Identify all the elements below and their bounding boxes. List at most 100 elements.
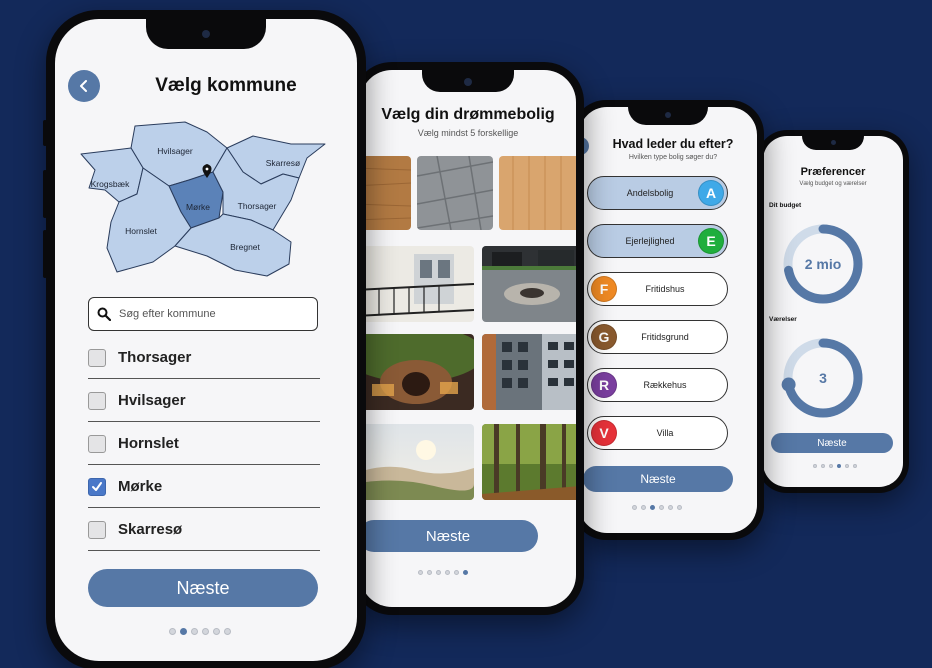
- option-andelsbolig[interactable]: Andelsbolig A: [587, 176, 728, 210]
- image-tile-light-wood[interactable]: [499, 156, 576, 230]
- notch: [802, 136, 864, 150]
- progress-dot: [427, 570, 432, 575]
- rooms-value: 3: [819, 370, 827, 386]
- checkbox[interactable]: [88, 477, 106, 496]
- progress-dot: [436, 570, 441, 575]
- progress-dot: [837, 464, 841, 468]
- next-button[interactable]: Næste: [360, 520, 538, 552]
- page-subtitle: Vælg budget og værelser: [799, 181, 867, 187]
- option-label: Villa: [656, 428, 674, 438]
- phone-dream-home: Vælg din drømmebolig Vælg mindst 5 forsk…: [352, 62, 584, 615]
- option-ejerlejlighed[interactable]: Ejerlejlighed E: [587, 224, 728, 258]
- dream-home-screen: Vælg din drømmebolig Vælg mindst 5 forsk…: [360, 70, 576, 607]
- phone-choose-municipality: Vælg kommune Hvilsager Skarresø Krogsbæk…: [43, 10, 366, 668]
- image-tile-forest[interactable]: [482, 424, 576, 500]
- map-label: Mørke: [186, 202, 210, 212]
- chevron-left-icon: [80, 80, 87, 92]
- map-label: Hvilsager: [157, 146, 193, 156]
- option-label: Ejerlejlighed: [625, 236, 675, 246]
- phone-side-button: [43, 230, 47, 278]
- next-button[interactable]: Næste: [583, 466, 733, 492]
- list-item-label: Thorsager: [118, 349, 192, 366]
- map-label: Skarresø: [266, 158, 300, 168]
- phone-side-button: [43, 170, 47, 218]
- search-icon: [97, 307, 111, 321]
- image-tile-sand-dunes[interactable]: [360, 424, 474, 500]
- map-label: Thorsager: [238, 201, 277, 211]
- list-item[interactable]: Skarresø: [88, 509, 320, 551]
- option-fritidshus[interactable]: F Fritidshus: [587, 272, 728, 306]
- map-label: Hornslet: [125, 226, 157, 236]
- progress-dot: [169, 628, 176, 635]
- rooms-dial-handle[interactable]: [781, 377, 796, 392]
- letter-badge: V: [591, 420, 617, 446]
- progress-dot: [668, 505, 673, 510]
- progress-dot: [829, 464, 833, 468]
- image-tile-earth-house[interactable]: [360, 334, 474, 410]
- progress-dot: [845, 464, 849, 468]
- letter-badge: F: [591, 276, 617, 302]
- list-item-label: Hvilsager: [118, 392, 186, 409]
- letter-badge: E: [698, 228, 724, 254]
- preferences-screen: Præferencer Vælg budget og værelser Dit …: [763, 136, 903, 487]
- notch: [146, 19, 266, 49]
- list-item[interactable]: Thorsager: [88, 337, 320, 379]
- progress-dots: [813, 464, 857, 468]
- option-label: Rækkehus: [643, 380, 687, 390]
- list-item[interactable]: Mørke: [88, 466, 320, 508]
- option-villa[interactable]: V Villa: [587, 416, 728, 450]
- option-rækkehus[interactable]: R Rækkehus: [587, 368, 728, 402]
- page-title: Vælg din drømmebolig: [381, 106, 555, 123]
- checkbox[interactable]: [88, 391, 106, 410]
- municipality-map[interactable]: Hvilsager Skarresø Krogsbæk Mørke Thorsa…: [77, 114, 329, 282]
- budget-label: Dit budget: [769, 202, 802, 209]
- progress-dot: [191, 628, 198, 635]
- progress-dot: [445, 570, 450, 575]
- next-button[interactable]: Næste: [88, 569, 318, 607]
- next-button[interactable]: Næste: [771, 433, 893, 453]
- letter-badge: A: [698, 180, 724, 206]
- checkmark-icon: [92, 481, 102, 491]
- rooms-label: Værelser: [769, 316, 797, 323]
- image-tile-stone-tiles[interactable]: [417, 156, 493, 230]
- notch: [628, 107, 708, 125]
- choose-municipality-screen: Vælg kommune Hvilsager Skarresø Krogsbæk…: [55, 19, 357, 661]
- progress-dot: [659, 505, 664, 510]
- list-item[interactable]: Hornslet: [88, 423, 320, 465]
- page-subtitle: Vælg mindst 5 forskellige: [417, 128, 519, 138]
- option-label: Fritidsgrund: [641, 332, 689, 342]
- letter-badge: R: [591, 372, 617, 398]
- image-tile-apartment-building[interactable]: [482, 334, 576, 410]
- image-tile-villa-balcony[interactable]: [360, 246, 474, 322]
- option-label: Fritidshus: [645, 284, 685, 294]
- page-title: Hvad leder du efter?: [612, 137, 734, 151]
- progress-dot: [632, 505, 637, 510]
- progress-dot: [213, 628, 220, 635]
- phone-preferences: Præferencer Vælg budget og værelser Dit …: [757, 130, 909, 493]
- budget-dial[interactable]: 2 mio: [779, 220, 867, 308]
- checkbox[interactable]: [88, 520, 106, 539]
- map-region-krogsbaek[interactable]: [80, 147, 144, 203]
- list-item-label: Mørke: [118, 478, 163, 495]
- search-placeholder: Søg efter kommune: [119, 308, 216, 320]
- progress-dot: [454, 570, 459, 575]
- checkbox[interactable]: [88, 434, 106, 453]
- progress-dot: [813, 464, 817, 468]
- image-tile-wood-floor[interactable]: [360, 156, 411, 230]
- search-input[interactable]: Søg efter kommune: [88, 297, 318, 331]
- page-subtitle: Hvilken type bolig søger du?: [628, 154, 718, 161]
- checkbox[interactable]: [88, 348, 106, 367]
- letter-badge: G: [591, 324, 617, 350]
- progress-dot: [650, 505, 655, 510]
- notch: [422, 70, 514, 92]
- option-fritidsgrund[interactable]: G Fritidsgrund: [587, 320, 728, 354]
- property-type-screen: Hvad leder du efter? Hvilken type bolig …: [579, 107, 757, 533]
- progress-dot: [463, 570, 468, 575]
- list-item-label: Hornslet: [118, 435, 179, 452]
- progress-dot: [202, 628, 209, 635]
- list-item[interactable]: Hvilsager: [88, 380, 320, 422]
- rooms-dial[interactable]: 3: [779, 334, 867, 422]
- image-tile-backyard-firepit[interactable]: [482, 246, 576, 322]
- map-label: Krogsbæk: [91, 179, 130, 189]
- map-label: Bregnet: [230, 242, 260, 252]
